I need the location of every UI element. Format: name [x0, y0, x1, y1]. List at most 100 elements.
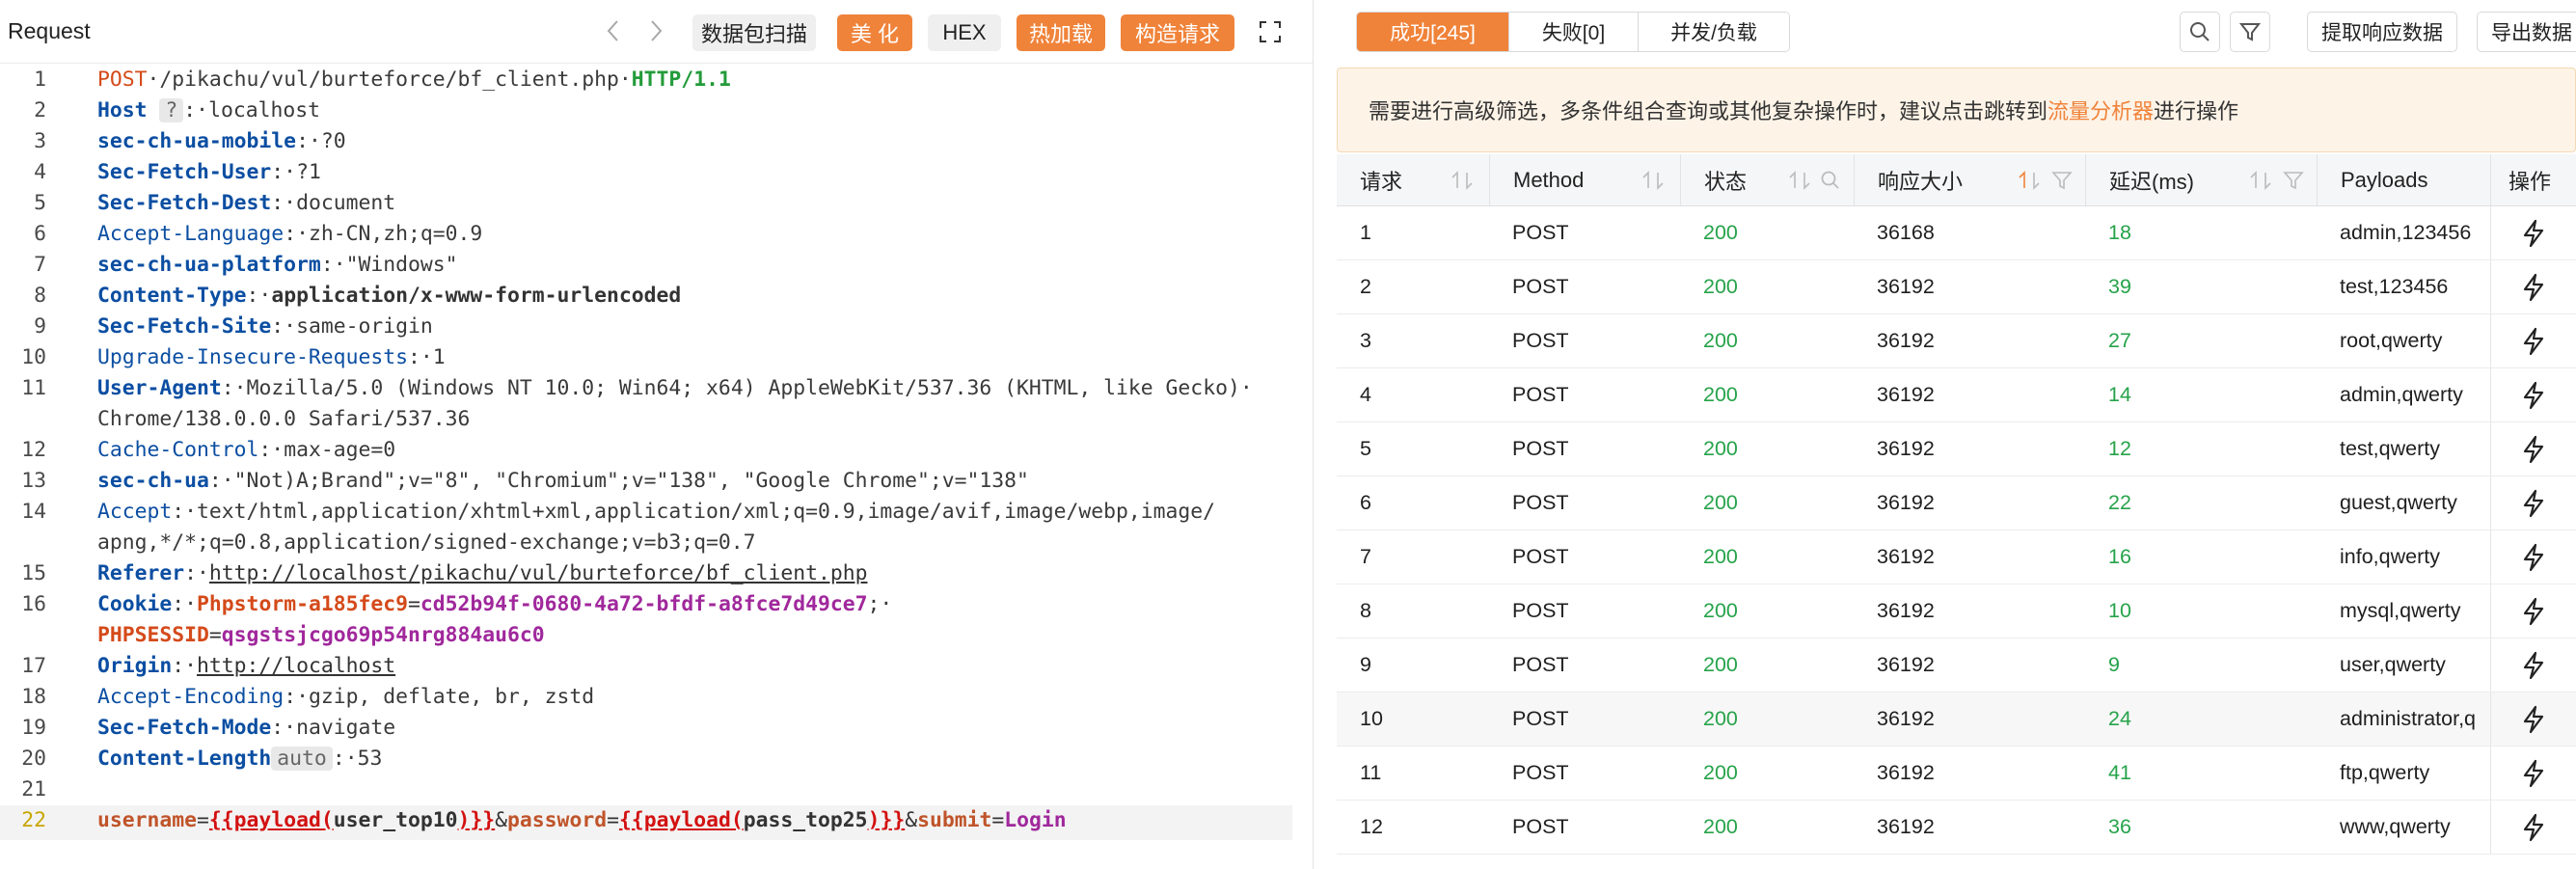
table-row[interactable]: 8 POST 200 36192 10 mysql,qwerty: [1337, 584, 2576, 638]
table-row[interactable]: 1 POST 200 36168 18 admin,123456: [1337, 206, 2576, 260]
chevron-left-icon[interactable]: [595, 14, 630, 48]
extract-response-button[interactable]: 提取响应数据: [2307, 12, 2457, 52]
header-value: max-age=0: [284, 438, 396, 462]
cell-req: 1: [1360, 221, 1371, 244]
table-row[interactable]: 5 POST 200 36192 12 test,qwerty: [1337, 422, 2576, 476]
origin-link[interactable]: http://localhost: [197, 654, 395, 678]
table-row[interactable]: 2 POST 200 36192 39 test,123456: [1337, 260, 2576, 314]
row-action: [2490, 530, 2576, 584]
notice-text-end: 进行操作: [2154, 99, 2239, 123]
col-delay[interactable]: 延迟(ms): [2085, 154, 2317, 205]
cell-delay: 22: [2108, 491, 2131, 514]
tab-fail[interactable]: 失败[0]: [1509, 13, 1639, 51]
line-number: 1: [34, 68, 46, 92]
export-data-button[interactable]: 导出数据: [2477, 12, 2576, 52]
cell-payloads: www,qwerty: [2340, 815, 2451, 838]
payload-close: )}}: [867, 808, 906, 832]
search-icon[interactable]: [1819, 169, 1842, 192]
cell-status: 200: [1703, 707, 1738, 730]
header-name: User-Agent: [97, 376, 222, 400]
lightning-icon[interactable]: [2521, 435, 2546, 464]
cell-payloads: ftp,qwerty: [2340, 761, 2430, 784]
lightning-icon[interactable]: [2521, 651, 2546, 680]
sort-icon[interactable]: [1640, 169, 1668, 192]
col-method[interactable]: Method: [1489, 154, 1680, 205]
chevron-right-icon[interactable]: [639, 14, 674, 48]
col-request[interactable]: 请求: [1337, 154, 1489, 205]
filter-icon[interactable]: [2282, 169, 2305, 192]
cell-method: POST: [1512, 383, 1569, 406]
row-action: [2490, 638, 2576, 692]
sort-icon[interactable]: [2247, 169, 2276, 192]
request-editor[interactable]: 1 POST·/pikachu/vul/burteforce/bf_client…: [0, 65, 1313, 869]
auto-badge[interactable]: auto: [271, 747, 333, 771]
param-name: submit: [917, 808, 992, 832]
line-number: 15: [21, 561, 46, 585]
header-value: "Not)A;Brand";v="8", "Chromium";v="138",…: [233, 469, 1029, 493]
referer-link[interactable]: http://localhost/pikachu/vul/burteforce/…: [209, 561, 868, 585]
search-icon[interactable]: [2180, 12, 2220, 52]
lightning-icon[interactable]: [2521, 489, 2546, 518]
sort-icon[interactable]: [1786, 169, 1815, 192]
lightning-icon[interactable]: [2521, 273, 2546, 302]
line-number: 16: [21, 592, 46, 616]
header-name: sec-ch-ua: [97, 469, 209, 493]
cell-status: 200: [1703, 491, 1738, 514]
cell-method: POST: [1512, 815, 1569, 838]
row-action: [2490, 476, 2576, 530]
traffic-analyzer-link[interactable]: 流量分析器: [2047, 95, 2154, 125]
header-value: same-origin: [296, 314, 433, 339]
cell-delay: 24: [2108, 707, 2131, 730]
lightning-icon[interactable]: [2521, 597, 2546, 626]
header-name: Origin: [97, 654, 173, 678]
col-label: 操作: [2508, 169, 2552, 194]
table-row[interactable]: 6 POST 200 36192 22 guest,qwerty: [1337, 476, 2576, 530]
cell-method: POST: [1512, 545, 1569, 568]
tab-success[interactable]: 成功[245]: [1357, 13, 1509, 51]
lightning-icon[interactable]: [2521, 705, 2546, 734]
sort-icon[interactable]: [2016, 169, 2045, 192]
hex-button[interactable]: HEX: [928, 14, 1001, 51]
host-badge[interactable]: ?: [159, 98, 184, 122]
col-size[interactable]: 响应大小: [1854, 154, 2085, 205]
code-line-active: 22 username={{payload(user_top10)}}&pass…: [0, 805, 1292, 840]
http-method: POST: [97, 68, 148, 92]
table-row[interactable]: 10 POST 200 36192 24 administrator,q: [1337, 692, 2576, 747]
filter-icon[interactable]: [2230, 12, 2270, 52]
beautify-button[interactable]: 美 化: [837, 14, 912, 51]
lightning-icon[interactable]: [2521, 381, 2546, 410]
expand-icon[interactable]: [1254, 15, 1287, 48]
cell-size: 36192: [1877, 491, 1935, 514]
lightning-icon[interactable]: [2521, 759, 2546, 788]
sort-icon[interactable]: [1449, 169, 1478, 192]
packet-scan-button[interactable]: 数据包扫描: [692, 14, 816, 51]
line-number: 22: [21, 808, 46, 832]
header-name: Sec-Fetch-User: [97, 160, 272, 184]
payload-dict: pass_top25: [743, 808, 868, 832]
table-header: 请求 Method 状态 响应大小 延迟(ms) Payloads 操作: [1337, 154, 2576, 206]
header-name: Content-Type: [97, 284, 247, 308]
cell-payloads: mysql,qwerty: [2340, 599, 2461, 622]
lightning-icon[interactable]: [2521, 543, 2546, 572]
header-value: ?0: [320, 129, 346, 153]
lightning-icon[interactable]: [2521, 327, 2546, 356]
col-status[interactable]: 状态: [1680, 154, 1854, 205]
build-request-button[interactable]: 构造请求: [1121, 14, 1234, 51]
lightning-icon[interactable]: [2521, 813, 2546, 842]
table-row[interactable]: 7 POST 200 36192 16 info,qwerty: [1337, 530, 2576, 584]
table-row[interactable]: 12 POST 200 36192 36 www,qwerty: [1337, 801, 2576, 855]
line-number: 12: [21, 438, 46, 462]
table-row[interactable]: 4 POST 200 36192 14 admin,qwerty: [1337, 368, 2576, 422]
table-row[interactable]: 3 POST 200 36192 27 root,qwerty: [1337, 314, 2576, 368]
lightning-icon[interactable]: [2521, 219, 2546, 248]
hotload-button[interactable]: 热加载: [1017, 14, 1105, 51]
table-row[interactable]: 11 POST 200 36192 41 ftp,qwerty: [1337, 747, 2576, 801]
col-payloads[interactable]: Payloads: [2317, 154, 2490, 205]
header-name: Accept-Language: [97, 222, 285, 246]
notice-banner: 需要进行高级筛选，多条件组合查询或其他复杂操作时，建议点击跳转到 流量分析器 进行操…: [1337, 68, 2576, 152]
line-number: 20: [21, 747, 46, 771]
table-row[interactable]: 9 POST 200 36192 9 user,qwerty: [1337, 638, 2576, 692]
payload-dict: user_top10: [333, 808, 458, 832]
tab-concurrency[interactable]: 并发/负载: [1639, 13, 1789, 51]
filter-icon[interactable]: [2050, 169, 2074, 192]
